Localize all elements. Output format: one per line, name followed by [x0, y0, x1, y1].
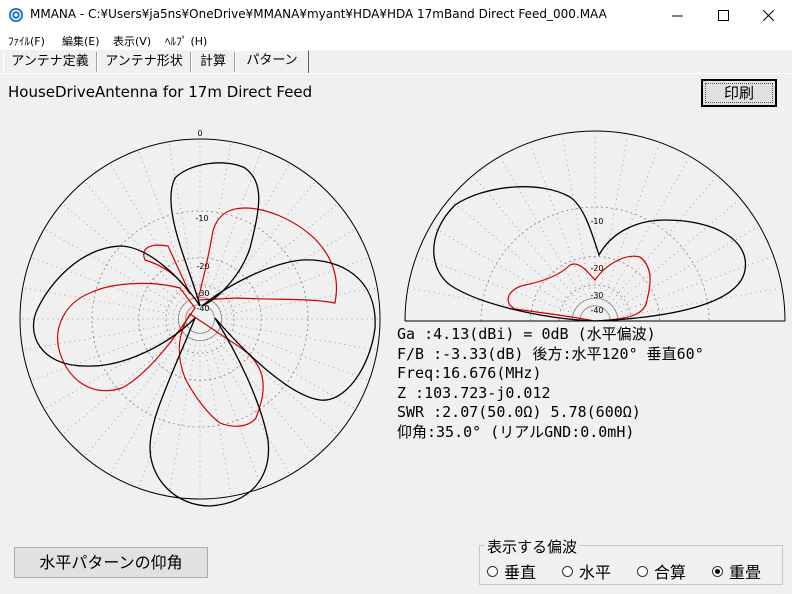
- maximize-icon: [718, 10, 729, 21]
- title-bar: MMANA - C:¥Users¥ja5ns¥OneDrive¥MMANA¥my…: [0, 0, 792, 30]
- horizontal-pattern-plot: 0 -10 -20 -30 -40: [19, 129, 381, 507]
- close-icon: [763, 10, 774, 21]
- grid-spoke: [431, 226, 576, 310]
- vertical-pattern-plot: -10 -20 -30 -40: [404, 130, 786, 322]
- v-scale-label-40: -40: [590, 306, 603, 315]
- grid-spoke: [207, 339, 262, 487]
- frequency-readout: Freq:16.676(MHz): [397, 364, 542, 382]
- tab-divider: [0, 73, 792, 74]
- horizontal-pattern-elevation-button[interactable]: 水平パターンの仰角: [14, 547, 208, 578]
- grid-spoke: [450, 199, 578, 307]
- horizontal-polarization-trace: [57, 207, 338, 427]
- grid-spoke: [221, 287, 376, 316]
- result-readout: Ga :4.13(dBi) = 0dB (水平偏波) F/B :-3.33(dB…: [397, 325, 704, 442]
- scale-label-0: 0: [197, 129, 202, 138]
- grid-ring: [91, 210, 309, 428]
- scale-label-10: -10: [195, 214, 208, 223]
- radio-label: 重畳: [729, 563, 762, 582]
- horizontal-pattern-grid: [19, 138, 381, 500]
- tab-pattern[interactable]: パターン: [235, 50, 309, 73]
- grid-spoke: [606, 157, 690, 302]
- radio-label: 垂直: [504, 563, 537, 582]
- menu-edit[interactable]: 編集(E): [62, 33, 100, 49]
- grid-spoke: [110, 164, 190, 301]
- grid-spoke: [561, 135, 592, 299]
- tab-calculation[interactable]: 計算: [191, 52, 235, 72]
- radio-total[interactable]: 合算: [637, 559, 686, 583]
- radio-indicator: [637, 566, 648, 577]
- scale-label-20: -20: [196, 262, 209, 271]
- maximize-button[interactable]: [701, 0, 747, 30]
- grid-spoke: [609, 176, 717, 304]
- print-button[interactable]: 印刷: [701, 79, 777, 107]
- minimize-button[interactable]: [655, 0, 701, 30]
- v-scale-label-10: -10: [590, 217, 603, 226]
- front-back-readout: F/B :-3.33(dB) 後方:水平120° 垂直60°: [397, 344, 704, 363]
- grid-spoke: [45, 229, 182, 309]
- grid-spoke: [168, 340, 197, 495]
- radio-overlay[interactable]: 重畳: [712, 559, 761, 583]
- window-title: MMANA - C:¥Users¥ja5ns¥OneDrive¥MMANA¥my…: [30, 7, 607, 21]
- impedance-readout: Z :103.723-j0.012: [397, 383, 551, 402]
- grid-spoke: [24, 322, 179, 351]
- print-button-focus-ring: [705, 83, 773, 103]
- grid-spoke: [210, 164, 290, 301]
- grid-spoke: [500, 157, 584, 302]
- grid-spoke: [32, 257, 180, 312]
- grid-spoke: [138, 151, 193, 299]
- minimize-icon: [672, 15, 683, 17]
- grid-spoke: [203, 340, 232, 495]
- radio-horizontal[interactable]: 水平: [562, 559, 611, 583]
- grid-spoke: [216, 204, 337, 306]
- menu-file[interactable]: ﾌｧｲﾙ(F): [8, 33, 45, 49]
- grid-spoke: [32, 326, 180, 381]
- elevation-readout: 仰角:35.0° (リアルGND:0.0mH): [397, 422, 635, 441]
- grid-ring: [138, 257, 262, 381]
- grid-spoke: [617, 287, 781, 318]
- tab-antenna-definition[interactable]: アンテナ定義: [3, 52, 97, 72]
- grid-spoke: [213, 335, 315, 456]
- antenna-description: HouseDriveAntenna for 17m Direct Feed: [8, 83, 313, 101]
- menu-help[interactable]: ﾍﾙﾌﾟ (H): [165, 33, 207, 49]
- grid-spoke: [138, 339, 193, 487]
- gain-readout: Ga :4.13(dBi) = 0dB (水平偏波): [397, 325, 656, 343]
- close-button[interactable]: [746, 0, 792, 30]
- radio-indicator: [562, 566, 573, 577]
- grid-spoke: [85, 335, 187, 456]
- grid-spoke: [616, 256, 772, 314]
- swr-readout: SWR :2.07(50.0Ω) 5.78(600Ω): [397, 403, 641, 421]
- mmana-globe-icon: [9, 8, 23, 22]
- grid-spoke: [221, 322, 376, 351]
- grid-spoke: [612, 199, 740, 307]
- grid-ring: [19, 138, 381, 500]
- grid-spoke: [602, 144, 660, 300]
- v-total-pattern-trace: [433, 186, 747, 322]
- radio-label: 合算: [654, 563, 687, 582]
- tab-strip: アンテナ定義 アンテナ形状 計算 パターン: [0, 50, 792, 74]
- grid-spoke: [218, 329, 355, 409]
- tab-antenna-shape[interactable]: アンテナ形状: [97, 52, 191, 72]
- radio-vertical[interactable]: 垂直: [487, 559, 536, 583]
- radio-label: 水平: [579, 563, 612, 582]
- grid-spoke: [216, 332, 337, 434]
- polarization-group-label: 表示する偏波: [485, 536, 580, 557]
- grid-spoke: [210, 337, 290, 474]
- v-scale-label-30: -30: [590, 291, 603, 300]
- menu-view[interactable]: 表示(V): [113, 33, 151, 49]
- grid-spoke: [45, 329, 182, 409]
- grid-spoke: [63, 204, 184, 306]
- radio-indicator-selected: [712, 566, 723, 577]
- grid-spoke: [614, 226, 759, 310]
- menu-bar: ﾌｧｲﾙ(F) 編集(E) 表示(V) ﾍﾙﾌﾟ (H): [0, 30, 792, 50]
- radio-indicator: [487, 566, 498, 577]
